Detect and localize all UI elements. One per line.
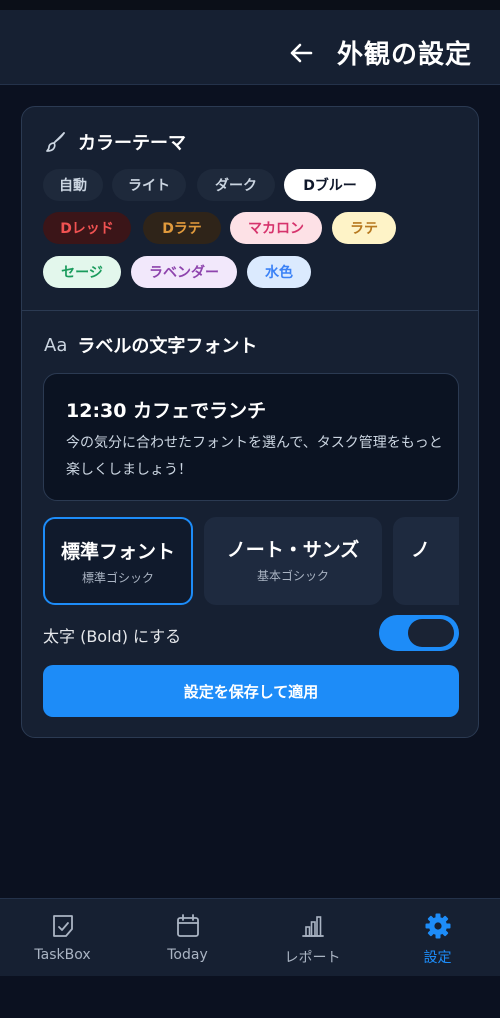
tab-settings[interactable]: 設定	[375, 899, 500, 977]
bottom-tab-bar: TaskBox Today レポート 設定	[0, 898, 500, 976]
appearance-card: カラーテーマ 自動 ライト ダーク Dブルー Dレッド Dラテ マカロン ラテセージ ラベンダー…	[21, 106, 479, 738]
save-apply-button[interactable]: 設定を保存して適用	[43, 665, 459, 717]
app-header: 外観の設定	[0, 10, 500, 85]
calendar-icon	[176, 914, 199, 937]
theme-chip[interactable]: マカロン	[230, 212, 322, 244]
bar-chart-icon	[301, 916, 324, 937]
taskbox-icon	[52, 915, 73, 937]
tab-label: 設定	[423, 950, 452, 966]
gear-icon	[425, 913, 450, 939]
color-theme-label: カラーテーマ	[78, 133, 186, 154]
tab-label: TaskBox	[34, 947, 91, 963]
theme-chip[interactable]: ラベンダー	[131, 256, 237, 288]
tab-today[interactable]: Today	[125, 899, 250, 977]
status-bar	[0, 0, 500, 10]
toggle-knob	[408, 619, 454, 647]
theme-chip[interactable]: Dラテ	[143, 212, 221, 244]
tab-label: レポート	[284, 950, 341, 966]
bold-label: 太字 (Bold) にする	[43, 627, 182, 646]
tab-report[interactable]: レポート	[250, 899, 375, 977]
section-divider	[22, 310, 478, 311]
theme-chip[interactable]: 水色	[247, 256, 311, 288]
font-option-noto-sans[interactable]: ノート・サンズ 基本ゴシック	[204, 517, 382, 605]
tab-taskbox[interactable]: TaskBox	[0, 899, 125, 977]
theme-chip[interactable]: ラテ	[332, 212, 396, 244]
theme-chip[interactable]: 自動	[43, 169, 103, 201]
arrow-left-icon	[290, 43, 313, 63]
theme-chip[interactable]: Dブルー	[284, 169, 376, 201]
bold-toggle[interactable]	[379, 615, 459, 651]
label-font-heading: Aa ラベルの文字フォント	[44, 332, 257, 358]
back-button[interactable]	[284, 36, 318, 70]
color-theme-heading: カラーテーマ	[44, 129, 186, 155]
bold-setting-row: 太字 (Bold) にする	[43, 615, 459, 651]
font-option-scroller[interactable]: 標準フォント 標準ゴシック ノート・サンズ 基本ゴシック ノ	[43, 517, 459, 605]
theme-chip[interactable]: ライト	[112, 169, 186, 201]
tab-label: Today	[167, 947, 208, 963]
theme-chip[interactable]: ダーク	[197, 169, 275, 201]
text-aa-icon: Aa	[44, 334, 68, 356]
font-option-standard[interactable]: 標準フォント 標準ゴシック	[43, 517, 193, 605]
page-title: 外観の設定	[336, 40, 472, 70]
font-option-name: ノート・サンズ	[226, 539, 360, 561]
theme-chip[interactable]: セージ	[43, 256, 121, 288]
paintbrush-icon	[46, 132, 65, 152]
preview-body: 今の気分に合わせたフォントを選んで、タスク管理をもっと楽しくしましょう！	[66, 435, 443, 478]
font-option-partial[interactable]: ノ	[393, 517, 459, 605]
font-option-name: ノ	[411, 539, 431, 561]
font-option-sub: 基本ゴシック	[256, 569, 329, 583]
label-font-label: ラベルの文字フォント	[77, 336, 258, 357]
font-option-sub: 標準ゴシック	[81, 571, 154, 585]
home-indicator-area	[0, 976, 500, 1018]
font-option-name: 標準フォント	[60, 541, 175, 563]
preview-title: 12:30 カフェでランチ	[66, 400, 267, 422]
theme-chip[interactable]: Dレッド	[43, 212, 131, 244]
font-preview-box: 12:30 カフェでランチ 今の気分に合わせたフォントを選んで、タスク管理をもっ…	[43, 373, 459, 501]
